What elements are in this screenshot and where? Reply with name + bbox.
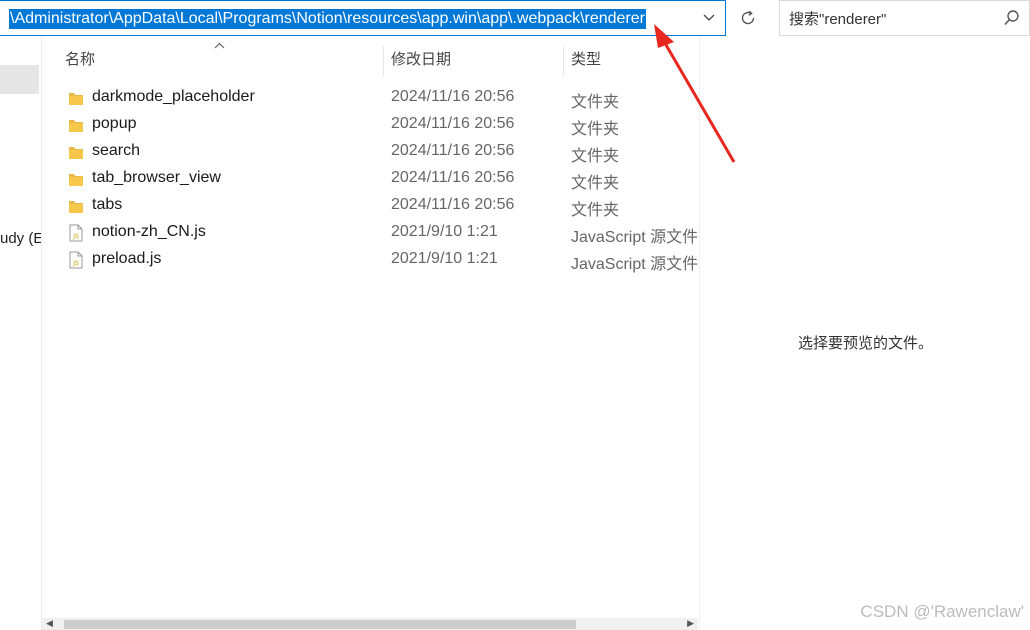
svg-text:JS: JS [72, 233, 79, 240]
horizontal-scrollbar[interactable]: ◀ ▶ [42, 618, 698, 630]
file-type: JavaScript 源文件 [571, 256, 699, 273]
file-name[interactable]: tab_browser_view [92, 169, 221, 187]
folder-icon [68, 170, 84, 188]
file-row[interactable]: darkmode_placeholder 2024/11/16 20:56 文件夹 [42, 85, 698, 112]
scroll-left-icon[interactable]: ◀ [46, 618, 53, 629]
column-header-name[interactable]: 名称 [65, 46, 95, 74]
folder-icon [68, 143, 84, 161]
nav-item-drive-label[interactable]: udy (E [0, 230, 41, 247]
folder-icon [68, 197, 84, 215]
js-file-icon: JS [68, 251, 84, 269]
file-date: 2021/9/10 1:21 [391, 250, 498, 267]
folder-icon [68, 89, 84, 107]
file-row[interactable]: search 2024/11/16 20:56 文件夹 [42, 139, 698, 166]
file-date: 2024/11/16 20:56 [391, 115, 515, 132]
watermark: CSDN @'Rawenclaw' [860, 602, 1024, 621]
search-input[interactable] [789, 9, 999, 29]
column-header-type[interactable]: 类型 [571, 46, 601, 74]
file-row[interactable]: JS notion-zh_CN.js 2021/9/10 1:21 JavaScrip… [42, 220, 698, 247]
address-path[interactable]: \Administrator\AppData\Local\Programs\No… [9, 9, 646, 29]
file-date: 2024/11/16 20:56 [391, 142, 515, 159]
scroll-right-icon[interactable]: ▶ [687, 618, 694, 629]
file-name[interactable]: preload.js [92, 250, 161, 268]
file-list[interactable]: 名称 修改日期 类型 darkmode_placeholder 2024/11/1… [42, 36, 698, 630]
scrollbar-thumb[interactable] [64, 620, 576, 629]
annotation-arrow-icon [654, 24, 736, 163]
file-name[interactable]: popup [92, 115, 137, 133]
file-type: 文件夹 [571, 121, 620, 138]
file-name[interactable]: search [92, 142, 140, 160]
js-file-icon: JS [68, 224, 84, 242]
navigation-pane[interactable]: udy (E ) [0, 36, 42, 630]
file-date: 2024/11/16 20:56 [391, 196, 515, 213]
file-row[interactable]: tabs 2024/11/16 20:56 文件夹 [42, 193, 698, 220]
folder-icon [68, 116, 84, 134]
file-type: 文件夹 [571, 202, 620, 219]
sort-ascending-icon [214, 40, 225, 52]
column-header-date[interactable]: 修改日期 [391, 46, 451, 74]
file-row[interactable]: tab_browser_view 2024/11/16 20:56 文件夹 [42, 166, 698, 193]
file-date: 2024/11/16 20:56 [391, 169, 515, 186]
file-name[interactable]: tabs [92, 196, 122, 214]
preview-message: 选择要预览的文件。 [797, 335, 933, 352]
file-type: 文件夹 [571, 94, 620, 111]
file-row[interactable]: popup 2024/11/16 20:56 文件夹 [42, 112, 698, 139]
column-divider[interactable] [383, 46, 384, 76]
file-type: 文件夹 [571, 175, 620, 192]
file-type: 文件夹 [571, 148, 620, 165]
file-date: 2024/11/16 20:56 [391, 88, 515, 105]
search-icon[interactable] [1003, 8, 1021, 28]
column-divider[interactable] [563, 46, 564, 76]
file-type: JavaScript 源文件 [571, 229, 699, 246]
file-date: 2021/9/10 1:21 [391, 223, 498, 240]
search-box[interactable] [779, 0, 1030, 36]
address-bar[interactable]: \Administrator\AppData\Local\Programs\No… [0, 0, 726, 36]
svg-text:JS: JS [72, 260, 79, 267]
nav-selected-item[interactable] [0, 65, 39, 94]
file-name[interactable]: notion-zh_CN.js [92, 223, 206, 241]
file-name[interactable]: darkmode_placeholder [92, 88, 255, 106]
file-row[interactable]: JS preload.js 2021/9/10 1:21 JavaScript 源文件 [42, 247, 698, 274]
